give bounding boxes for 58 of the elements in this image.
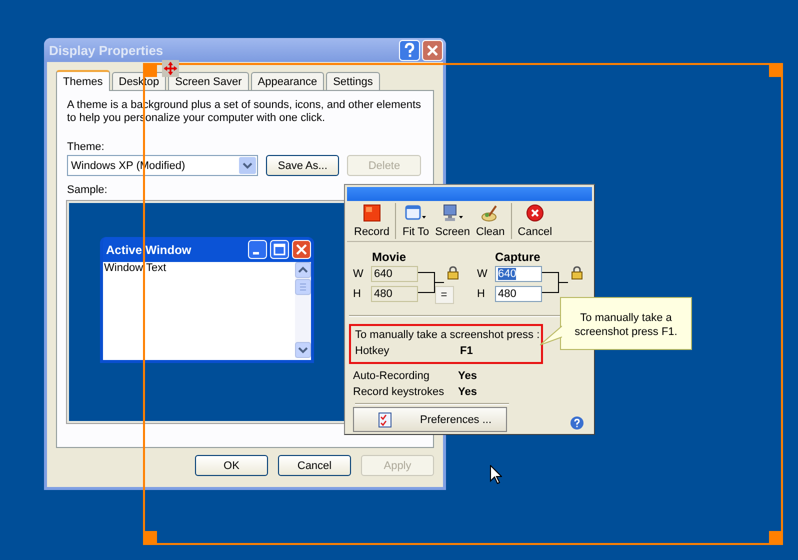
tooltip: To manually take a screenshot press F1. <box>560 297 692 350</box>
tab[interactable]: Settings <box>326 72 380 90</box>
width-field[interactable]: 640 <box>495 266 542 282</box>
width-field[interactable]: 640 <box>371 266 418 282</box>
sample-window-title: Active Window <box>106 242 192 256</box>
width-label: W <box>353 268 364 280</box>
toolbar-button[interactable]: Clean <box>473 201 508 242</box>
mouse-cursor-icon <box>490 465 502 484</box>
resize-handle[interactable] <box>145 65 157 77</box>
dialog-button[interactable]: OK <box>195 455 268 476</box>
maximize-icon <box>270 240 289 259</box>
lock-icon[interactable] <box>447 266 459 280</box>
tab[interactable]: Appearance <box>250 72 324 90</box>
lock-icon[interactable] <box>571 266 583 280</box>
setting-value: Yes <box>458 385 477 400</box>
minimize-icon <box>248 240 267 259</box>
preferences-button[interactable]: Preferences ... <box>353 407 507 432</box>
setting-label: Hotkey <box>355 344 390 360</box>
size-heading: Movie <box>371 250 408 264</box>
setting-value: Yes <box>458 369 477 384</box>
hotkey-note: To manually take a screenshot press : <box>355 328 537 344</box>
toolbar-button[interactable]: Screen <box>432 201 474 242</box>
record-icon <box>362 204 381 222</box>
checklist-icon <box>378 412 392 428</box>
window-dropdown-icon <box>404 204 427 222</box>
close-icon <box>292 240 311 259</box>
theme-label: Theme: <box>67 141 106 153</box>
toolbar-button[interactable]: Fit To <box>399 201 432 242</box>
toolbar-button[interactable]: Record <box>351 201 392 242</box>
setting-value: F1 <box>460 344 473 360</box>
move-icon[interactable] <box>162 60 179 77</box>
setting-label: Auto-Recording <box>353 369 430 384</box>
sample-label: Sample: <box>67 184 108 196</box>
resize-handle[interactable] <box>769 531 781 543</box>
resize-handle[interactable] <box>769 65 781 77</box>
theme-button[interactable]: Save As... <box>266 155 340 176</box>
height-field[interactable]: 480 <box>495 286 542 302</box>
monitor-dropdown-icon <box>442 204 464 222</box>
width-label: W <box>477 268 488 280</box>
help-icon[interactable] <box>399 40 420 60</box>
cancel-icon <box>526 204 544 222</box>
close-icon[interactable] <box>422 40 443 60</box>
height-label: H <box>353 288 362 300</box>
tooltip-pointer <box>540 323 562 347</box>
height-field[interactable]: 480 <box>371 286 418 302</box>
setting-label: Record keystrokes <box>353 385 446 400</box>
window-title: Display Properties <box>49 42 164 58</box>
tab[interactable]: Screen Saver <box>168 72 249 90</box>
tab[interactable]: Themes <box>56 70 110 91</box>
size-heading: Capture <box>494 250 542 264</box>
broom-icon <box>481 204 500 222</box>
equals-button[interactable]: = <box>434 286 454 304</box>
toolbar-button[interactable]: Cancel <box>514 201 556 242</box>
dialog-button[interactable]: Cancel <box>278 455 351 476</box>
resize-handle[interactable] <box>145 531 157 543</box>
window-text: Window Text <box>103 262 166 276</box>
help-icon[interactable] <box>570 416 584 430</box>
height-label: H <box>477 288 486 300</box>
